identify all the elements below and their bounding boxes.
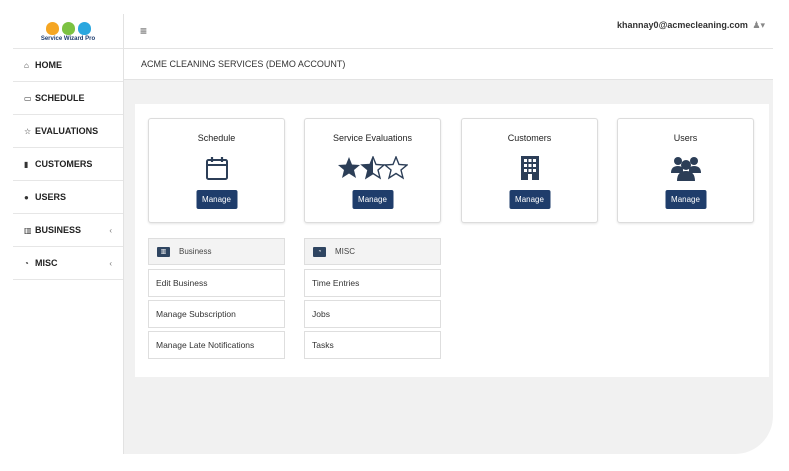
bank-icon: ▥ (24, 225, 32, 235)
sidebar-item-label: EVALUATIONS (35, 126, 99, 136)
card-title: Users (673, 133, 698, 143)
sidebar-item-users[interactable]: ● USERS (13, 181, 123, 214)
sidebar-item-label: HOME (35, 60, 62, 70)
list-item-edit-business[interactable]: Edit Business (148, 269, 285, 297)
home-icon: ⌂ (24, 60, 29, 70)
bank-icon: ▥ (157, 246, 170, 257)
list-item-jobs[interactable]: Jobs (304, 300, 441, 328)
misc-list-header: ◔ MISC (304, 238, 441, 265)
breadcrumb-bar: ACME CLEANING SERVICES (DEMO ACCOUNT) (124, 49, 773, 80)
list-item-manage-subscription[interactable]: Manage Subscription (148, 300, 285, 328)
clock-icon: ◔ (24, 258, 29, 268)
card-title: Customers (507, 133, 552, 143)
building-icon (462, 154, 597, 182)
sidebar-item-customers[interactable]: ▮ CUSTOMERS (13, 148, 123, 181)
list-item-tasks[interactable]: Tasks (304, 331, 441, 359)
sidebar-item-misc[interactable]: ◔ MISC ‹ (13, 247, 123, 280)
building-icon: ▮ (24, 159, 29, 169)
users-icon (618, 154, 753, 182)
menu-toggle-icon[interactable]: ≡ (140, 24, 147, 38)
manage-schedule-button[interactable]: Manage (196, 190, 237, 209)
sidebar: Service Wizard Pro ⌂ HOME ▭ SCHEDULE ☆ E… (13, 14, 124, 454)
card-users: Users Manage (617, 118, 754, 223)
list-item-time-entries[interactable]: Time Entries (304, 269, 441, 297)
card-service-evaluations: Service Evaluations Manage (304, 118, 441, 223)
list-item-manage-late-notifications[interactable]: Manage Late Notifications (148, 331, 285, 359)
card-customers: Customers Manage (461, 118, 598, 223)
top-bar: ≡ khannay0@acmecleaning.com ♟▾ (124, 14, 773, 49)
chevron-left-icon: ‹ (109, 225, 112, 235)
stars-rating-icon (305, 154, 440, 182)
app-window: Service Wizard Pro ⌂ HOME ▭ SCHEDULE ☆ E… (13, 14, 773, 454)
sidebar-item-business[interactable]: ▥ BUSINESS ‹ (13, 214, 123, 247)
user-email: khannay0@acmecleaning.com (617, 20, 748, 30)
calendar-icon (149, 154, 284, 182)
sidebar-item-label: BUSINESS (35, 225, 82, 235)
sidebar-item-label: CUSTOMERS (35, 159, 93, 169)
card-schedule: Schedule Manage (148, 118, 285, 223)
logo[interactable]: Service Wizard Pro (13, 14, 123, 49)
clock-icon: ◔ (313, 246, 326, 257)
user-menu[interactable]: khannay0@acmecleaning.com ♟▾ (617, 20, 765, 31)
manage-customers-button[interactable]: Manage (509, 190, 550, 209)
breadcrumb: ACME CLEANING SERVICES (DEMO ACCOUNT) (141, 59, 346, 69)
business-list-header: ▥ Business (148, 238, 285, 265)
misc-header-label: MISC (335, 247, 355, 256)
sidebar-item-home[interactable]: ⌂ HOME (13, 49, 123, 82)
sidebar-item-label: SCHEDULE (35, 93, 85, 103)
manage-users-button[interactable]: Manage (665, 190, 706, 209)
chevron-left-icon: ‹ (109, 258, 112, 268)
sidebar-item-schedule[interactable]: ▭ SCHEDULE (13, 82, 123, 115)
sidebar-item-label: USERS (35, 192, 67, 202)
star-icon: ☆ (24, 126, 32, 136)
sidebar-item-evaluations[interactable]: ☆ EVALUATIONS (13, 115, 123, 148)
calendar-icon: ▭ (24, 93, 32, 103)
users-icon: ● (24, 192, 29, 202)
manage-evaluations-button[interactable]: Manage (352, 190, 393, 209)
user-caret-icon: ♟▾ (752, 20, 765, 30)
sidebar-item-label: MISC (35, 258, 58, 268)
card-title: Schedule (197, 133, 236, 143)
logo-mark (45, 22, 91, 35)
card-title: Service Evaluations (332, 133, 413, 143)
logo-text: Service Wizard Pro (40, 36, 96, 42)
business-header-label: Business (179, 247, 212, 256)
dashboard-panel: Schedule Manage Service Evaluations Mana… (135, 104, 769, 377)
